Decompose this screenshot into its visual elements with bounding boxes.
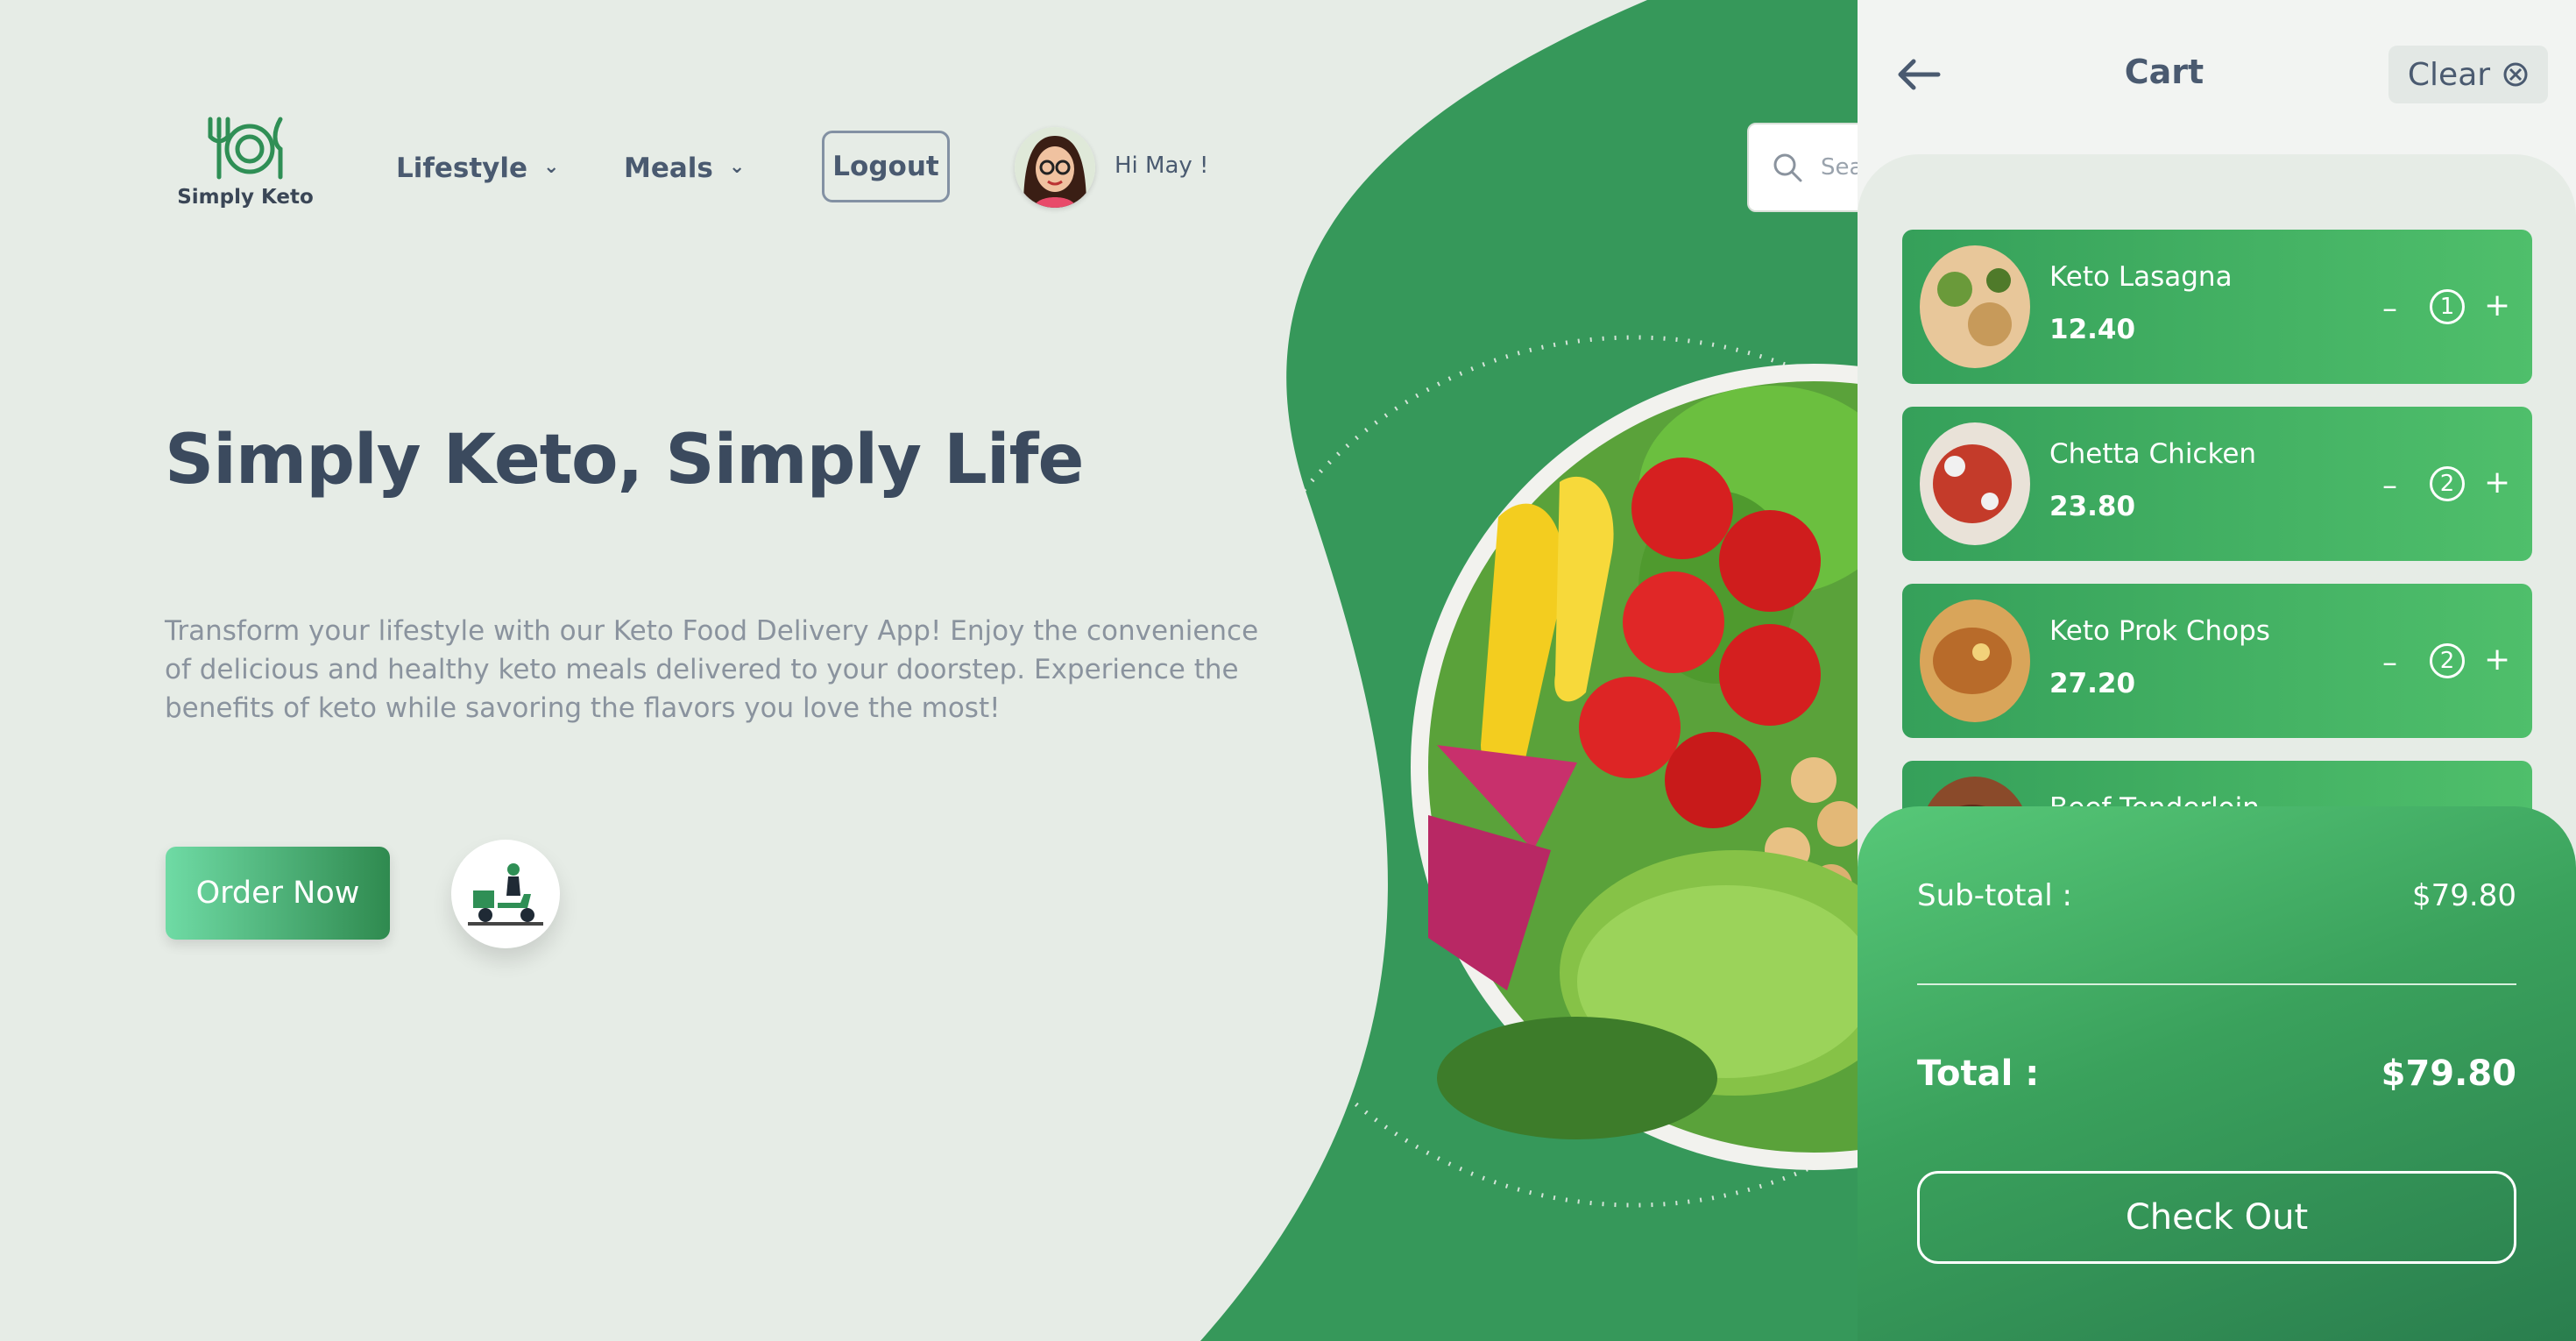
hero-title: Simply Keto, Simply Life <box>165 421 1084 500</box>
fork-plate-knife-logo-icon <box>208 117 283 180</box>
cart-item-qty: 1 <box>2430 289 2465 324</box>
subtotal-value: $79.80 <box>2412 878 2516 913</box>
nav-meals-label: Meals <box>624 153 713 184</box>
cart-item-name: Chetta Chicken <box>2049 438 2257 470</box>
increase-qty-button[interactable]: + <box>2484 465 2510 500</box>
total-value: $79.80 <box>2381 1054 2516 1094</box>
clear-cart-button[interactable]: Clear <box>2388 46 2548 103</box>
delivery-scooter-button[interactable] <box>451 840 560 948</box>
hero-description: Transform your lifestyle with our Keto F… <box>165 615 1259 724</box>
cart-summary: Sub-total : $79.80 Total : $79.80 Check … <box>1858 806 2576 1341</box>
search-icon <box>1773 153 1802 182</box>
cart-item-price: 23.80 <box>2049 491 2136 522</box>
brand-name: Simply Keto <box>177 186 314 209</box>
cart-item-qty: 2 <box>2430 643 2465 678</box>
avatar-icon <box>1015 127 1095 208</box>
cart-item-name: Keto Prok Chops <box>2049 615 2270 647</box>
order-now-button[interactable]: Order Now <box>166 847 390 940</box>
chevron-down-icon: ⌄ <box>543 155 560 178</box>
cart-item-name: Keto Lasagna <box>2049 261 2233 293</box>
clear-label: Clear <box>2407 56 2491 93</box>
decrease-qty-button[interactable]: – <box>2382 645 2397 680</box>
clear-icon <box>2503 62 2528 87</box>
delivery-scooter-icon <box>468 863 543 926</box>
cart-item[interactable]: Keto Lasagna 12.40 – 1 + <box>1902 230 2532 384</box>
user-avatar[interactable] <box>1015 127 1095 208</box>
nav-lifestyle-label: Lifestyle <box>396 153 528 184</box>
cart-item[interactable]: Chetta Chicken 23.80 – 2 + <box>1902 407 2532 561</box>
subtotal-label: Sub-total : <box>1917 878 2072 913</box>
nav-meals[interactable]: Meals ⌄ <box>624 147 745 189</box>
increase-qty-button[interactable]: + <box>2484 287 2510 323</box>
keto-pork-chops-image <box>1920 600 2030 722</box>
logout-button[interactable]: Logout <box>822 131 950 202</box>
cart-item-qty: 2 <box>2430 466 2465 501</box>
cart-item-price: 12.40 <box>2049 314 2136 345</box>
checkout-button[interactable]: Check Out <box>1917 1171 2516 1264</box>
chetta-chicken-image <box>1920 422 2030 545</box>
brand-logo[interactable]: Simply Keto <box>175 114 315 219</box>
nav-lifestyle[interactable]: Lifestyle ⌄ <box>396 147 559 189</box>
back-arrow-icon[interactable] <box>1893 53 1945 96</box>
cart-title: Cart <box>2124 53 2204 91</box>
salad-bowl-image <box>1411 364 1858 1170</box>
decrease-qty-button[interactable]: – <box>2382 291 2397 326</box>
decrease-qty-button[interactable]: – <box>2382 468 2397 503</box>
chevron-down-icon: ⌄ <box>728 155 746 178</box>
keto-lasagna-image <box>1920 245 2030 368</box>
total-label: Total : <box>1917 1054 2040 1094</box>
summary-divider <box>1917 983 2516 985</box>
cart-item[interactable]: Keto Prok Chops 27.20 – 2 + <box>1902 584 2532 738</box>
increase-qty-button[interactable]: + <box>2484 642 2510 678</box>
user-greeting: Hi May ! <box>1115 153 1209 179</box>
cart-item-price: 27.20 <box>2049 668 2136 699</box>
